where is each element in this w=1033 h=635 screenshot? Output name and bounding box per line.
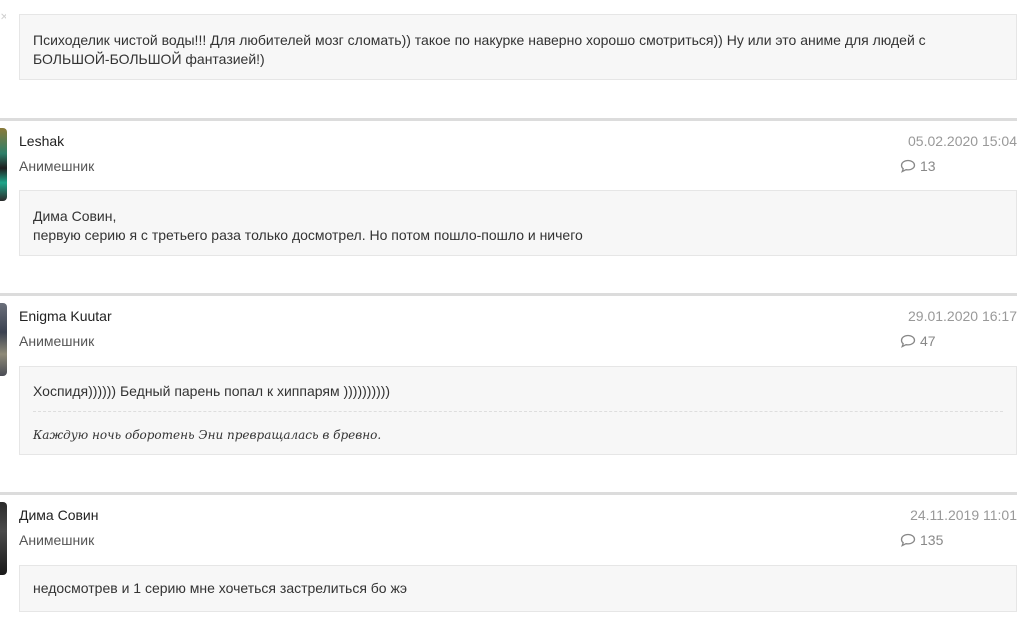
avatar[interactable] [0,128,7,201]
comment-count-value: 135 [920,532,944,548]
comment-text: недосмотрев и 1 серию мне хочеться застр… [33,580,407,596]
comment-count-value: 13 [920,158,936,174]
speech-bubble-icon [900,533,916,547]
comment-body: Дима Совин, первую серию я с третьего ра… [19,190,1017,256]
comment-text: Хоспидя)))))) Бедный парень попал к хипп… [33,383,391,399]
comment-text-line: Психоделик чистой воды!!! Для любителей … [33,32,926,48]
comment-text-line: Дима Совин, [33,208,117,224]
comment-count-value: 47 [920,333,936,349]
user-signature: Каждую ночь оборотень Эни превращалась в… [33,428,382,442]
author-name[interactable]: Leshak [19,133,64,149]
comment-date: 29.01.2020 16:17 [908,308,1017,324]
comment-date: 05.02.2020 15:04 [908,133,1017,149]
close-icon[interactable]: ✕ [0,12,6,23]
comment-body: Хоспидя)))))) Бедный парень попал к хипп… [19,366,1017,455]
comment-date: 24.11.2019 11:01 [910,507,1017,523]
user-role: Анимешник [19,532,95,548]
speech-bubble-icon [900,334,916,348]
avatar[interactable] [0,502,7,575]
comment-body: Психоделик чистой воды!!! Для любителей … [19,14,1017,80]
signature-divider [33,411,1003,412]
avatar[interactable] [0,303,7,376]
comment-count: 13 [900,158,936,174]
author-name[interactable]: Дима Совин [19,507,99,523]
speech-bubble-icon [900,159,916,173]
comment-separator [0,118,1017,121]
comment-text-line: первую серию я с третьего раза только до… [33,227,583,243]
comment-count: 47 [900,333,936,349]
comment-text-line: БОЛЬШОЙ-БОЛЬШОЙ фантазией!) [33,51,265,67]
comment-separator [0,492,1017,495]
author-name[interactable]: Enigma Kuutar [19,308,112,324]
comment-count: 135 [900,532,943,548]
comment-separator [0,293,1017,296]
comment-body: недосмотрев и 1 серию мне хочеться застр… [19,565,1017,612]
user-role: Анимешник [19,158,95,174]
user-role: Анимешник [19,333,95,349]
